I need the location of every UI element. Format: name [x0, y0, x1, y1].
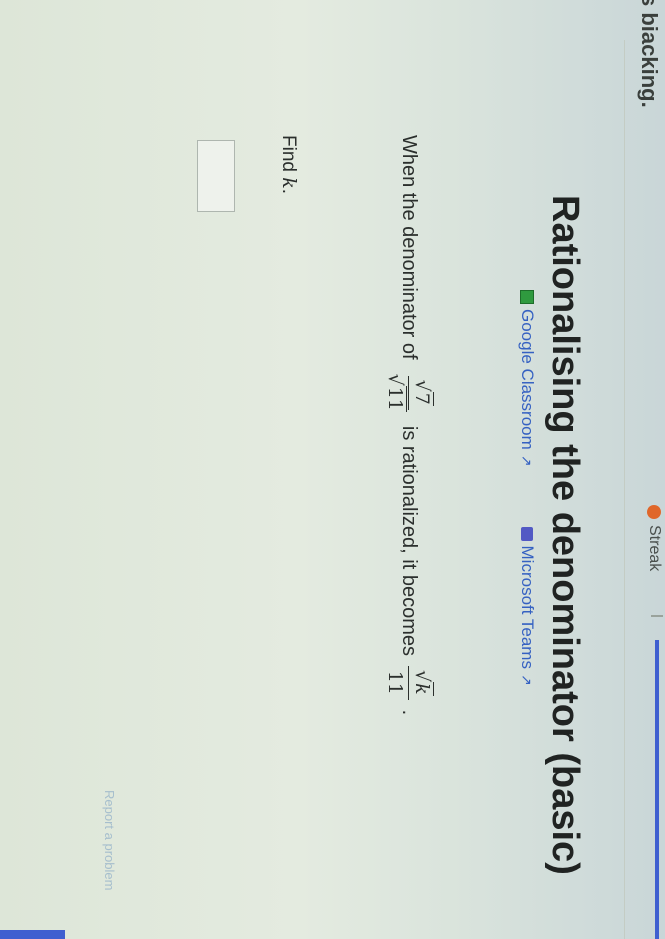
- right-edge-accent: [0, 930, 65, 939]
- microsoft-teams-label: Microsoft Teams: [518, 545, 537, 669]
- answer-input[interactable]: [197, 140, 235, 212]
- question-lead: When the denominator of: [398, 135, 420, 360]
- find-prompt: Find k.: [277, 135, 300, 194]
- sqrt-symbol: √11: [384, 373, 407, 412]
- report-problem-link[interactable]: Report a problem: [102, 790, 117, 890]
- question-text: When the denominator of √7 √11 is ration…: [384, 135, 434, 716]
- fraction-numerator-radicand: 7: [411, 391, 434, 406]
- microsoft-teams-link[interactable]: Microsoft Teams ↗: [517, 526, 537, 686]
- photo-viewport: s biacking. Streak Rationalising the den…: [0, 0, 665, 939]
- result-fraction: √k 11: [384, 666, 434, 700]
- page-title: Rationalising the denominator (basic): [543, 195, 586, 875]
- question-middle: is rationalized, it becomes: [398, 425, 420, 656]
- external-link-icon: ↗: [519, 454, 536, 467]
- sqrt-symbol: √7: [411, 379, 434, 406]
- streak-flame-icon: [647, 505, 661, 519]
- question-end: .: [398, 709, 420, 716]
- header-divider: [624, 40, 625, 939]
- result-numerator-radicand: k: [411, 682, 434, 696]
- external-link-icon: ↗: [519, 673, 536, 686]
- exercise-page: s biacking. Streak Rationalising the den…: [0, 0, 665, 939]
- microsoft-teams-icon: [521, 526, 533, 541]
- result-numerator: √k: [408, 666, 434, 700]
- google-classroom-link[interactable]: Google Classroom ↗: [517, 290, 537, 467]
- google-classroom-icon: [520, 290, 534, 304]
- fraction-numerator: √7: [408, 375, 434, 410]
- streak-indicator[interactable]: Streak: [645, 505, 663, 571]
- fraction-denominator-radicand: 11: [384, 385, 407, 412]
- google-classroom-label: Google Classroom: [518, 309, 537, 450]
- sqrt-symbol: √k: [411, 670, 434, 696]
- result-variable: k: [411, 683, 433, 695]
- fraction-denominator: √11: [384, 370, 408, 416]
- original-fraction: √7 √11: [384, 370, 434, 416]
- find-variable: k: [278, 177, 300, 189]
- active-tab-underline: [655, 640, 659, 939]
- find-suffix: .: [278, 188, 299, 195]
- streak-label: Streak: [646, 525, 663, 572]
- top-label: s biacking.: [637, 0, 662, 108]
- share-links: Google Classroom ↗ Microsoft Teams ↗: [517, 290, 537, 686]
- result-denominator: 11: [384, 670, 406, 695]
- header-separator: [651, 615, 663, 617]
- find-prefix: Find: [278, 135, 299, 172]
